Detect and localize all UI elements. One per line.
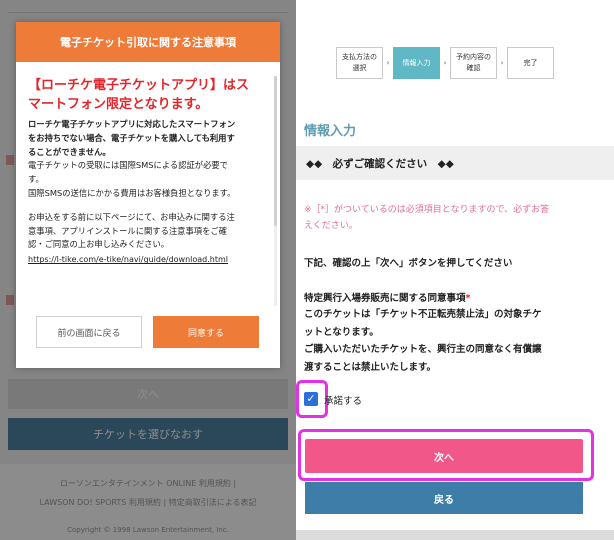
agree-button[interactable]: 同意する [153,316,259,348]
e-ticket-notice-modal: 電子チケット引取に関する注意事項 【ローチケ電子チケットアプリ】はス マートフォ… [16,22,280,368]
step-label: 予約内容の [456,53,491,61]
agreement-line-3: ご購入いただいたチケットを、興行主の同意なく有償譲 [304,344,542,355]
modal-sms-line-1: 電子チケットの受取には国際SMSによる認証が必要で [28,160,228,171]
required-note-line-2: えください。 [304,221,358,231]
required-mark: * [465,293,471,304]
step-label: 情報入力 [402,58,431,67]
right-panel: 支払方法の選択 › 情報入力 › 予約内容の確認 › 完了 情報入力 ◆◆ 必ず… [296,0,614,540]
step-payment-method: 支払方法の 選択 [336,47,383,79]
accept-checkbox-label[interactable]: 承諾する [324,393,362,407]
modal-bold-notice: ローチケ電子チケットアプリに対応したスマートフォン をお持ちでない場合、電子チケ… [28,118,268,159]
step-label: 支払方法の [342,53,377,61]
section-title: 情報入力 [304,124,357,139]
agreement-title-text: 特定興行入場券販売に関する同意事項 [304,293,466,304]
step-label: 選択 [352,64,367,72]
step-arrow-icon: › [500,59,504,67]
step-arrow-icon: › [443,59,447,67]
back-to-previous-button[interactable]: 前の画面に戻る [36,316,142,348]
modal-guide-line-3: 認・ご同意の上お申し込みください。 [28,239,170,250]
modal-bold-line-1: ローチケ電子チケットアプリに対応したスマートフォン [28,119,236,129]
required-note-line-1: ※［*］がついているのは必須項目となりますので、必ずお答 [304,205,550,215]
step-arrow-icon: › [386,59,390,67]
agreement-title: 特定興行入場券販売に関する同意事項* [304,290,470,304]
modal-title: 電子チケット引取に関する注意事項 [16,22,280,62]
instruction-text: 下記、確認の上「次へ」ボタンを押してください [304,258,513,269]
modal-guide-line-1: お申込をする前に以下ページにて、お申込みに関する注 [28,211,235,222]
step-label: 完了 [523,58,538,67]
next-button[interactable]: 次へ [305,439,583,473]
required-note: ※［*］がついているのは必須項目となりますので、必ずお答 えください。 [304,202,596,234]
agreement-body: このチケットは「チケット不正転売禁止法」の対象チケ ットとなります。 ご購入いた… [304,306,590,376]
step-confirm: 予約内容の 確認 [450,47,497,79]
step-info-input: 情報入力 [393,47,440,79]
accept-checkbox[interactable]: ✓ [304,392,318,406]
checkmark-icon: ✓ [306,392,316,405]
left-panel: 次へ チケットを選びなおす ローソンエンタテインメント ONLINE 利用規約 … [0,0,296,540]
modal-guide-line-2: 意事項、アプリインストールに関する注意事項をご確 [28,225,227,236]
confirm-bar: ◆◆ 必ずご確認ください ◆◆ [296,146,614,180]
step-label: 確認 [466,64,481,72]
modal-scrollbar-thumb[interactable] [274,76,277,226]
agreement-line-4: 渡することは禁止いたします。 [304,361,437,373]
modal-guide-notice: お申込をする前に以下ページにて、お申込みに関する注 意事項、アプリインストールに… [28,211,268,252]
modal-body[interactable]: 【ローチケ電子チケットアプリ】はス マートフォン限定となります。 ローチケ電子チ… [28,76,268,310]
modal-bold-line-2: をお持ちでない場合、電子チケットを購入しても利用す [28,132,235,143]
modal-sms-line-2: す。 [28,174,44,185]
modal-scrollbar[interactable] [274,76,277,306]
step-complete: 完了 [507,47,554,79]
bottom-bar [296,530,614,540]
modal-lead-line-1: 【ローチケ電子チケットアプリ】はス [28,78,250,93]
modal-sms-fee: 国際SMSの送信にかかる費用はお客様負担となります。 [28,187,236,198]
modal-sms-notice: 電子チケットの受取には国際SMSによる認証が必要で す。 [28,159,268,187]
guide-link[interactable]: https://l-tike.com/e-tike/navi/guide/dow… [28,253,268,266]
modal-bold-line-3: ることができません。 [28,146,111,157]
agreement-line-1: このチケットは「チケット不正転売禁止法」の対象チケ [304,309,542,320]
modal-lead-line-2: マートフォン限定となります。 [28,97,209,112]
agreement-line-2: ットとなります。 [304,326,379,338]
progress-steps: 支払方法の選択 › 情報入力 › 予約内容の確認 › 完了 [336,47,554,79]
back-button[interactable]: 戻る [305,482,583,514]
